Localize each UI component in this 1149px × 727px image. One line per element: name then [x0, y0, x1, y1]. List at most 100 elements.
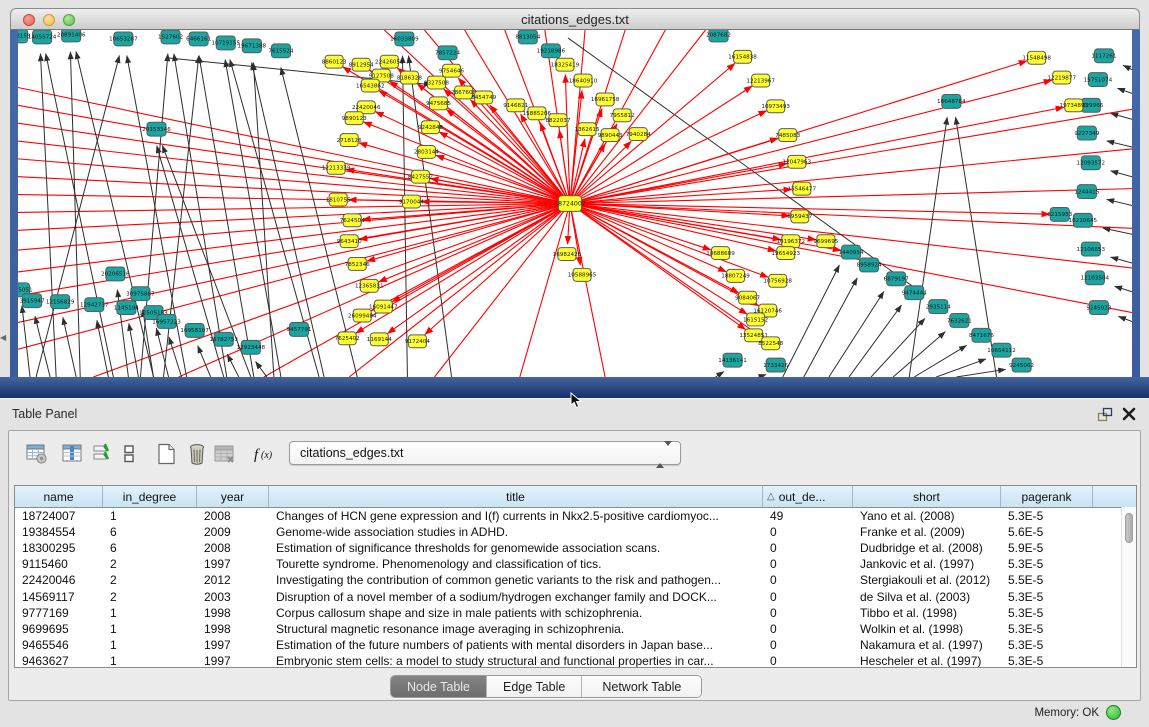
red-edge[interactable]: [570, 204, 726, 272]
table-cell[interactable]: 5.3E-5: [1001, 654, 1093, 668]
table-cell[interactable]: 6: [103, 525, 197, 539]
table-cell[interactable]: Tibbo et al. (1998): [853, 606, 1001, 620]
black-edge[interactable]: [1115, 286, 1132, 292]
table-cell[interactable]: de Silva et al. (2003): [853, 590, 1001, 604]
black-edge[interactable]: [1103, 228, 1132, 234]
table-cell[interactable]: 9777169: [15, 606, 103, 620]
black-edge[interactable]: [804, 278, 857, 377]
black-edge[interactable]: [169, 337, 182, 377]
red-edge[interactable]: [570, 109, 1132, 203]
table-row[interactable]: 946554611997Estimation of the future num…: [15, 637, 1136, 653]
table-vertical-scrollbar[interactable]: [1121, 507, 1136, 667]
black-edge[interactable]: [156, 328, 168, 377]
table-cell[interactable]: 22420046: [15, 573, 103, 587]
tab-network-table[interactable]: Network Table: [582, 676, 701, 697]
table-cell[interactable]: 5.3E-5: [1001, 638, 1093, 652]
network-canvas[interactable]: 2093159140557242089140610653287152760264…: [18, 30, 1132, 377]
memory-status-indicator[interactable]: [1106, 705, 1121, 720]
column-header-name[interactable]: name: [15, 486, 103, 507]
black-edge[interactable]: [198, 346, 211, 377]
table-cell[interactable]: Wolkin et al. (1998): [853, 622, 1001, 636]
table-cell[interactable]: Franke et al. (2009): [853, 525, 1001, 539]
table-cell[interactable]: 0: [763, 654, 853, 668]
table-cell[interactable]: 6: [103, 541, 197, 555]
column-header-pagerank[interactable]: pagerank: [1001, 486, 1093, 507]
column-header-short[interactable]: short: [853, 486, 1001, 507]
table-row[interactable]: 911546021997Tourette syndrome. Phenomeno…: [15, 556, 1136, 572]
black-edge[interactable]: [253, 63, 274, 377]
black-edge[interactable]: [956, 369, 1005, 377]
table-cell[interactable]: 1998: [197, 606, 269, 620]
table-row[interactable]: 1938455462009Genome-wide association stu…: [15, 524, 1136, 540]
function-builder-icon[interactable]: f (x): [252, 442, 282, 466]
black-edge[interactable]: [97, 320, 108, 377]
red-edge[interactable]: [434, 204, 569, 378]
table-cell[interactable]: Estimation of the future numbers of pati…: [269, 638, 763, 652]
delete-table-icon[interactable]: [214, 442, 236, 466]
black-edge[interactable]: [568, 38, 925, 295]
table-select-dropdown[interactable]: citations_edges.txt: [289, 441, 681, 465]
table-cell[interactable]: 5.3E-5: [1001, 509, 1093, 523]
table-row[interactable]: 1872400712008Changes of HCN gene express…: [15, 508, 1136, 524]
table-cell[interactable]: 9699695: [15, 622, 103, 636]
table-cell[interactable]: 2: [103, 590, 197, 604]
red-edge[interactable]: [570, 30, 705, 204]
table-cell[interactable]: 0: [763, 590, 853, 604]
table-cell[interactable]: Jankovic et al. (1997): [853, 557, 1001, 571]
table-cell[interactable]: 0: [763, 622, 853, 636]
table-cell[interactable]: 14569117: [15, 590, 103, 604]
table-cell[interactable]: Stergiakouli et al. (2012): [853, 573, 1001, 587]
black-edge[interactable]: [256, 362, 267, 377]
table-cell[interactable]: Estimation of significance thresholds fo…: [269, 541, 763, 555]
red-edge[interactable]: [93, 204, 570, 378]
scrollbar-thumb[interactable]: [1125, 513, 1133, 543]
table-cell[interactable]: 1: [103, 638, 197, 652]
table-cell[interactable]: Genome-wide association studies in ADHD.: [269, 525, 763, 539]
black-edge[interactable]: [893, 332, 945, 377]
table-cell[interactable]: 1: [103, 606, 197, 620]
table-cell[interactable]: 1997: [197, 638, 269, 652]
table-cell[interactable]: 2009: [197, 525, 269, 539]
black-edge[interactable]: [914, 345, 966, 377]
red-edge[interactable]: [570, 204, 605, 378]
table-cell[interactable]: 1998: [197, 622, 269, 636]
delete-rows-icon[interactable]: [186, 442, 208, 466]
table-cell[interactable]: 5.6E-5: [1001, 525, 1093, 539]
black-edge[interactable]: [1123, 65, 1132, 69]
black-edge[interactable]: [76, 52, 153, 377]
table-cell[interactable]: Embryonic stem cells: a model to study s…: [269, 654, 763, 668]
network-window-titlebar[interactable]: citations_edges.txt: [10, 8, 1140, 30]
black-edge[interactable]: [1107, 141, 1132, 147]
table-cell[interactable]: 9465546: [15, 638, 103, 652]
column-header-year[interactable]: year: [197, 486, 269, 507]
table-cell[interactable]: 2008: [197, 509, 269, 523]
table-cell[interactable]: 5.3E-5: [1001, 606, 1093, 620]
table-cell[interactable]: Dudbridge et al. (2008): [853, 541, 1001, 555]
float-panel-icon[interactable]: [1097, 407, 1113, 423]
table-cell[interactable]: Disruption of a novel member of a sodium…: [269, 590, 763, 604]
table-cell[interactable]: 9115460: [15, 557, 103, 571]
table-cell[interactable]: 5.9E-5: [1001, 541, 1093, 555]
red-edge[interactable]: [570, 204, 776, 251]
citation-network-graph[interactable]: 2093159140557242089140610653287152760264…: [18, 30, 1132, 377]
table-cell[interactable]: Nakamura et al. (1997): [853, 638, 1001, 652]
red-edge[interactable]: [570, 111, 767, 204]
column-header-title[interactable]: title: [269, 486, 763, 507]
table-cell[interactable]: 1: [103, 654, 197, 668]
black-edge[interactable]: [1111, 171, 1132, 177]
black-edge[interactable]: [63, 317, 76, 377]
table-cell[interactable]: 18300295: [15, 541, 103, 555]
table-cell[interactable]: 49: [763, 509, 853, 523]
black-edge[interactable]: [1107, 199, 1132, 205]
table-cell[interactable]: 1997: [197, 654, 269, 668]
collapse-panel-icon[interactable]: ◀: [0, 333, 6, 342]
new-table-icon[interactable]: [156, 442, 178, 466]
table-cell[interactable]: 5.5E-5: [1001, 573, 1093, 587]
black-edge[interactable]: [936, 359, 986, 377]
table-cell[interactable]: 2003: [197, 590, 269, 604]
black-edge[interactable]: [829, 291, 884, 377]
column-header-in_degree[interactable]: in_degree: [103, 486, 197, 507]
table-cell[interactable]: 0: [763, 573, 853, 587]
row-height-icon[interactable]: [119, 442, 141, 466]
red-edge[interactable]: [18, 123, 570, 203]
